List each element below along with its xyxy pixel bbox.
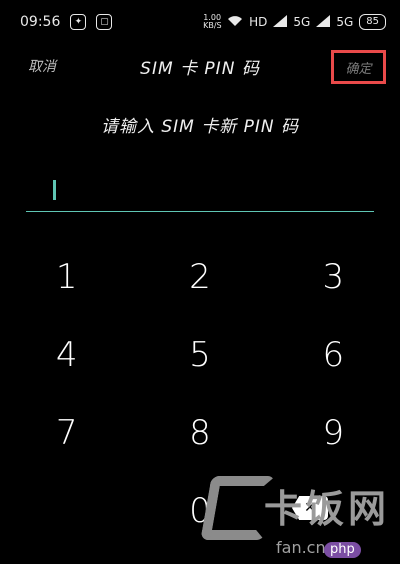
pin-input[interactable]: [26, 170, 374, 212]
battery-icon: 85: [359, 14, 386, 30]
delete-key-icon[interactable]: ✕: [292, 496, 328, 520]
key-3[interactable]: 3: [267, 238, 400, 316]
key-delete-slot: [267, 472, 400, 550]
confirm-label: 确定: [345, 61, 372, 77]
key-1[interactable]: 1: [0, 238, 133, 316]
key-0[interactable]: 0: [133, 472, 266, 550]
confirm-button[interactable]: 确定: [331, 50, 386, 84]
network-speed: 1.00 KB/S: [203, 14, 222, 30]
header: 取消 SIM 卡 PIN 码 确定: [0, 44, 400, 84]
signal-icon-a: [273, 14, 288, 30]
key-6[interactable]: 6: [267, 316, 400, 394]
key-9[interactable]: 9: [267, 394, 400, 472]
signal-icon-b: [316, 14, 331, 30]
network-type-b: 5G: [336, 15, 354, 29]
status-right: 1.00 KB/S HD 5G 5G 85: [203, 14, 386, 30]
text-cursor: [53, 180, 56, 200]
status-bar: 09:56 ✦ ▢ 1.00 KB/S HD 5G 5G 85: [0, 0, 400, 44]
status-time: 09:56: [20, 14, 61, 30]
key-2[interactable]: 2: [133, 238, 266, 316]
pin-prompt: 请输入 SIM 卡新 PIN 码: [100, 117, 300, 137]
hd-label: HD: [249, 15, 268, 29]
key-8[interactable]: 8: [133, 394, 266, 472]
key-empty: [0, 472, 133, 550]
message-app-icon: ▢: [96, 14, 113, 30]
status-left: 09:56 ✦ ▢: [20, 14, 113, 30]
notification-app-icon: ✦: [70, 14, 87, 30]
wifi-icon: [227, 15, 243, 30]
key-5[interactable]: 5: [133, 316, 266, 394]
network-type-a: 5G: [293, 15, 311, 29]
key-4[interactable]: 4: [0, 316, 133, 394]
network-speed-unit: KB/S: [203, 21, 222, 30]
key-7[interactable]: 7: [0, 394, 133, 472]
numeric-keypad: 1 2 3 4 5 6 7 8 9 0: [0, 238, 400, 550]
